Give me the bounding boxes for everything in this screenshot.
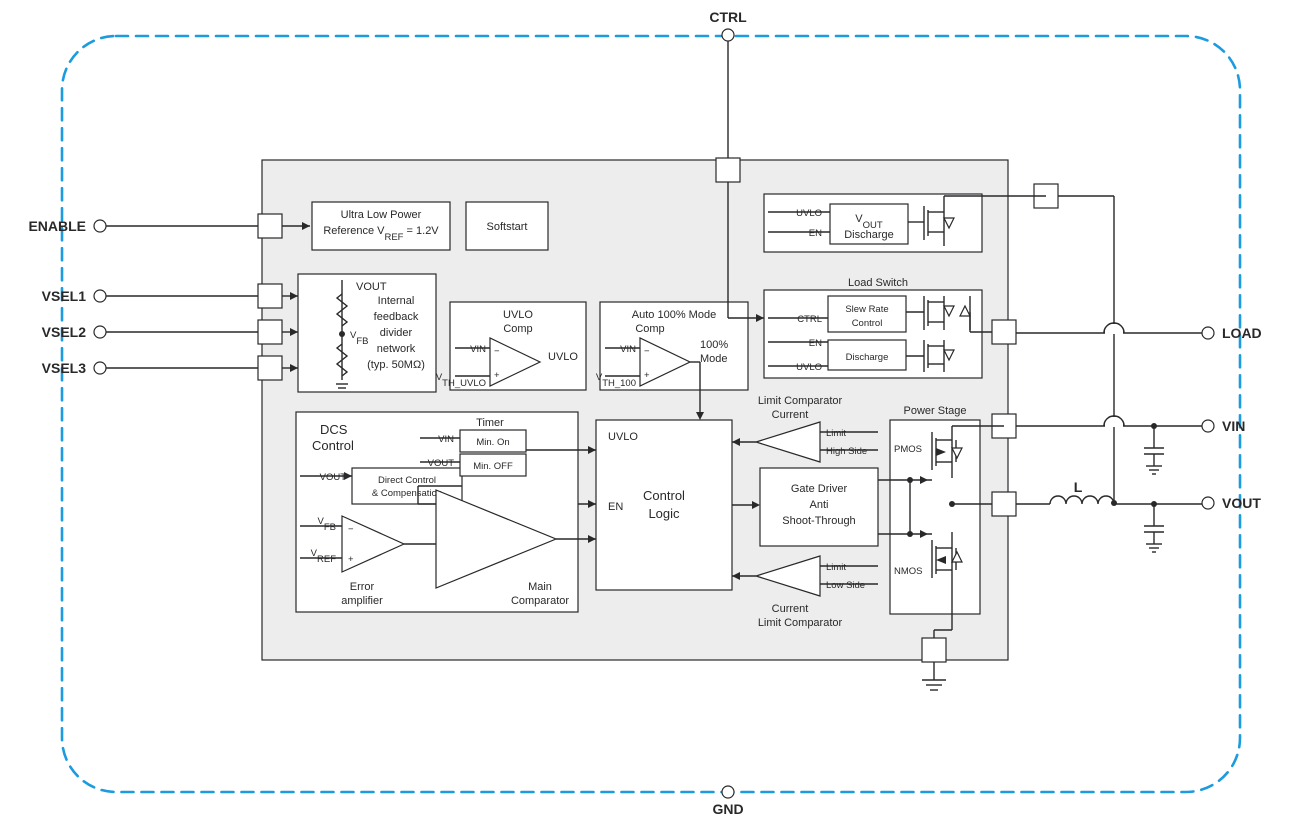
svg-text:Limit: Limit [826,428,846,439]
svg-text:Comp: Comp [635,323,664,335]
svg-text:Comp: Comp [503,323,532,335]
svg-text:Softstart: Softstart [487,221,528,233]
svg-text:Timer: Timer [476,417,504,429]
svg-text:Limit: Limit [826,562,846,573]
svg-text:VSEL2: VSEL2 [42,324,87,340]
svg-text:VIN: VIN [620,344,636,355]
svg-text:Anti: Anti [810,499,829,511]
pin-enable: ENABLE [28,214,310,238]
svg-text:Limit Comparator: Limit Comparator [758,617,843,629]
svg-text:Error: Error [350,581,375,593]
svg-text:Discharge: Discharge [846,352,889,363]
pin-vin: VIN [1202,418,1245,434]
svg-text:Current: Current [772,409,809,421]
pin-ctrl [722,29,734,41]
svg-text:+: + [494,370,500,381]
svg-text:VOUT: VOUT [356,281,387,293]
svg-text:UVLO: UVLO [796,208,822,219]
svg-text:+: + [644,370,650,381]
svg-text:VOUT: VOUT [320,472,347,483]
svg-text:−: − [348,524,354,535]
pin-vsel2: VSEL2 [42,320,298,344]
block-feedback-divider: VOUT VFB Internal feedback divider netwo… [298,274,436,392]
svg-text:network: network [377,343,416,355]
svg-text:Shoot-Through: Shoot-Through [782,515,855,527]
block-diagram: CTRL GND ENABLE VSEL1 VSEL2 VSEL3 [0,0,1302,832]
svg-text:UVLO: UVLO [548,351,578,363]
svg-text:Direct Control: Direct Control [378,475,436,486]
pin-gnd [722,786,734,798]
svg-text:Control: Control [643,488,685,503]
svg-text:UVLO: UVLO [608,431,638,443]
svg-text:Auto 100% Mode: Auto 100% Mode [632,309,716,321]
svg-text:VIN: VIN [470,344,486,355]
svg-text:VIN: VIN [438,434,454,445]
svg-text:PMOS: PMOS [894,444,922,455]
svg-text:+: + [348,554,354,565]
block-dcs-control: DCS Control Direct Control & Compensatio… [296,412,578,612]
block-vout-discharge: VOUT Discharge UVLO EN [764,194,982,252]
block-power-stage: Power Stage PMOS NMOS [878,405,980,614]
svg-text:Comparator: Comparator [511,595,569,607]
svg-text:divider: divider [380,327,413,339]
label-gnd: GND [712,801,743,817]
svg-text:EN: EN [809,338,822,349]
svg-text:Main: Main [528,581,552,593]
svg-text:amplifier: amplifier [341,595,383,607]
svg-text:ENABLE: ENABLE [28,218,86,234]
svg-text:(typ. 50MΩ): (typ. 50MΩ) [367,359,425,371]
svg-text:VSEL3: VSEL3 [42,360,87,376]
svg-text:DCS: DCS [320,422,348,437]
svg-text:NMOS: NMOS [894,566,923,577]
svg-text:Gate Driver: Gate Driver [791,483,848,495]
block-reference: Ultra Low Power Reference VREF = 1.2V [312,202,450,250]
svg-text:CTRL: CTRL [797,314,822,325]
svg-text:EN: EN [608,501,623,513]
svg-text:Limit Comparator: Limit Comparator [758,395,843,407]
block-gate-driver: Gate Driver Anti Shoot-Through [760,468,878,546]
label-L: L [1074,479,1083,495]
svg-text:100%: 100% [700,339,728,351]
svg-text:Min. OFF: Min. OFF [473,461,513,472]
svg-text:Power Stage: Power Stage [904,405,967,417]
pin-load: LOAD [1202,325,1262,341]
svg-text:feedback: feedback [374,311,419,323]
svg-text:Control: Control [852,318,883,329]
pin-vout: VOUT [1202,495,1261,511]
block-softstart: Softstart [466,202,548,250]
svg-text:Slew Rate: Slew Rate [845,304,888,315]
svg-text:UVLO: UVLO [796,362,822,373]
pin-vsel1: VSEL1 [42,284,298,308]
svg-text:Mode: Mode [700,353,728,365]
svg-text:Low Side: Low Side [826,580,865,591]
svg-text:Load Switch: Load Switch [848,277,908,289]
svg-text:VSEL1: VSEL1 [42,288,87,304]
svg-text:VOUT: VOUT [1222,495,1261,511]
svg-text:VIN: VIN [1222,418,1245,434]
svg-text:Discharge: Discharge [844,229,894,241]
svg-text:UVLO: UVLO [503,309,533,321]
svg-text:Internal: Internal [378,295,415,307]
svg-text:VOUT: VOUT [428,458,455,469]
svg-text:Ultra Low Power: Ultra Low Power [341,209,422,221]
svg-text:LOAD: LOAD [1222,325,1262,341]
svg-text:Logic: Logic [648,506,680,521]
svg-text:High Side: High Side [826,446,867,457]
svg-text:−: − [644,346,650,357]
svg-text:& Compensation: & Compensation [372,488,442,499]
svg-text:−: − [494,346,500,357]
svg-text:EN: EN [809,228,822,239]
block-load-switch: Load Switch Slew Rate Control Discharge … [764,277,982,378]
pin-vsel3: VSEL3 [42,356,298,380]
label-ctrl: CTRL [709,9,747,25]
block-uvlo-comp: UVLO Comp − + VIN VTH_UVLO UVLO [436,302,586,390]
svg-text:Control: Control [312,438,354,453]
svg-text:Current: Current [772,603,809,615]
svg-text:Min. On: Min. On [476,437,509,448]
